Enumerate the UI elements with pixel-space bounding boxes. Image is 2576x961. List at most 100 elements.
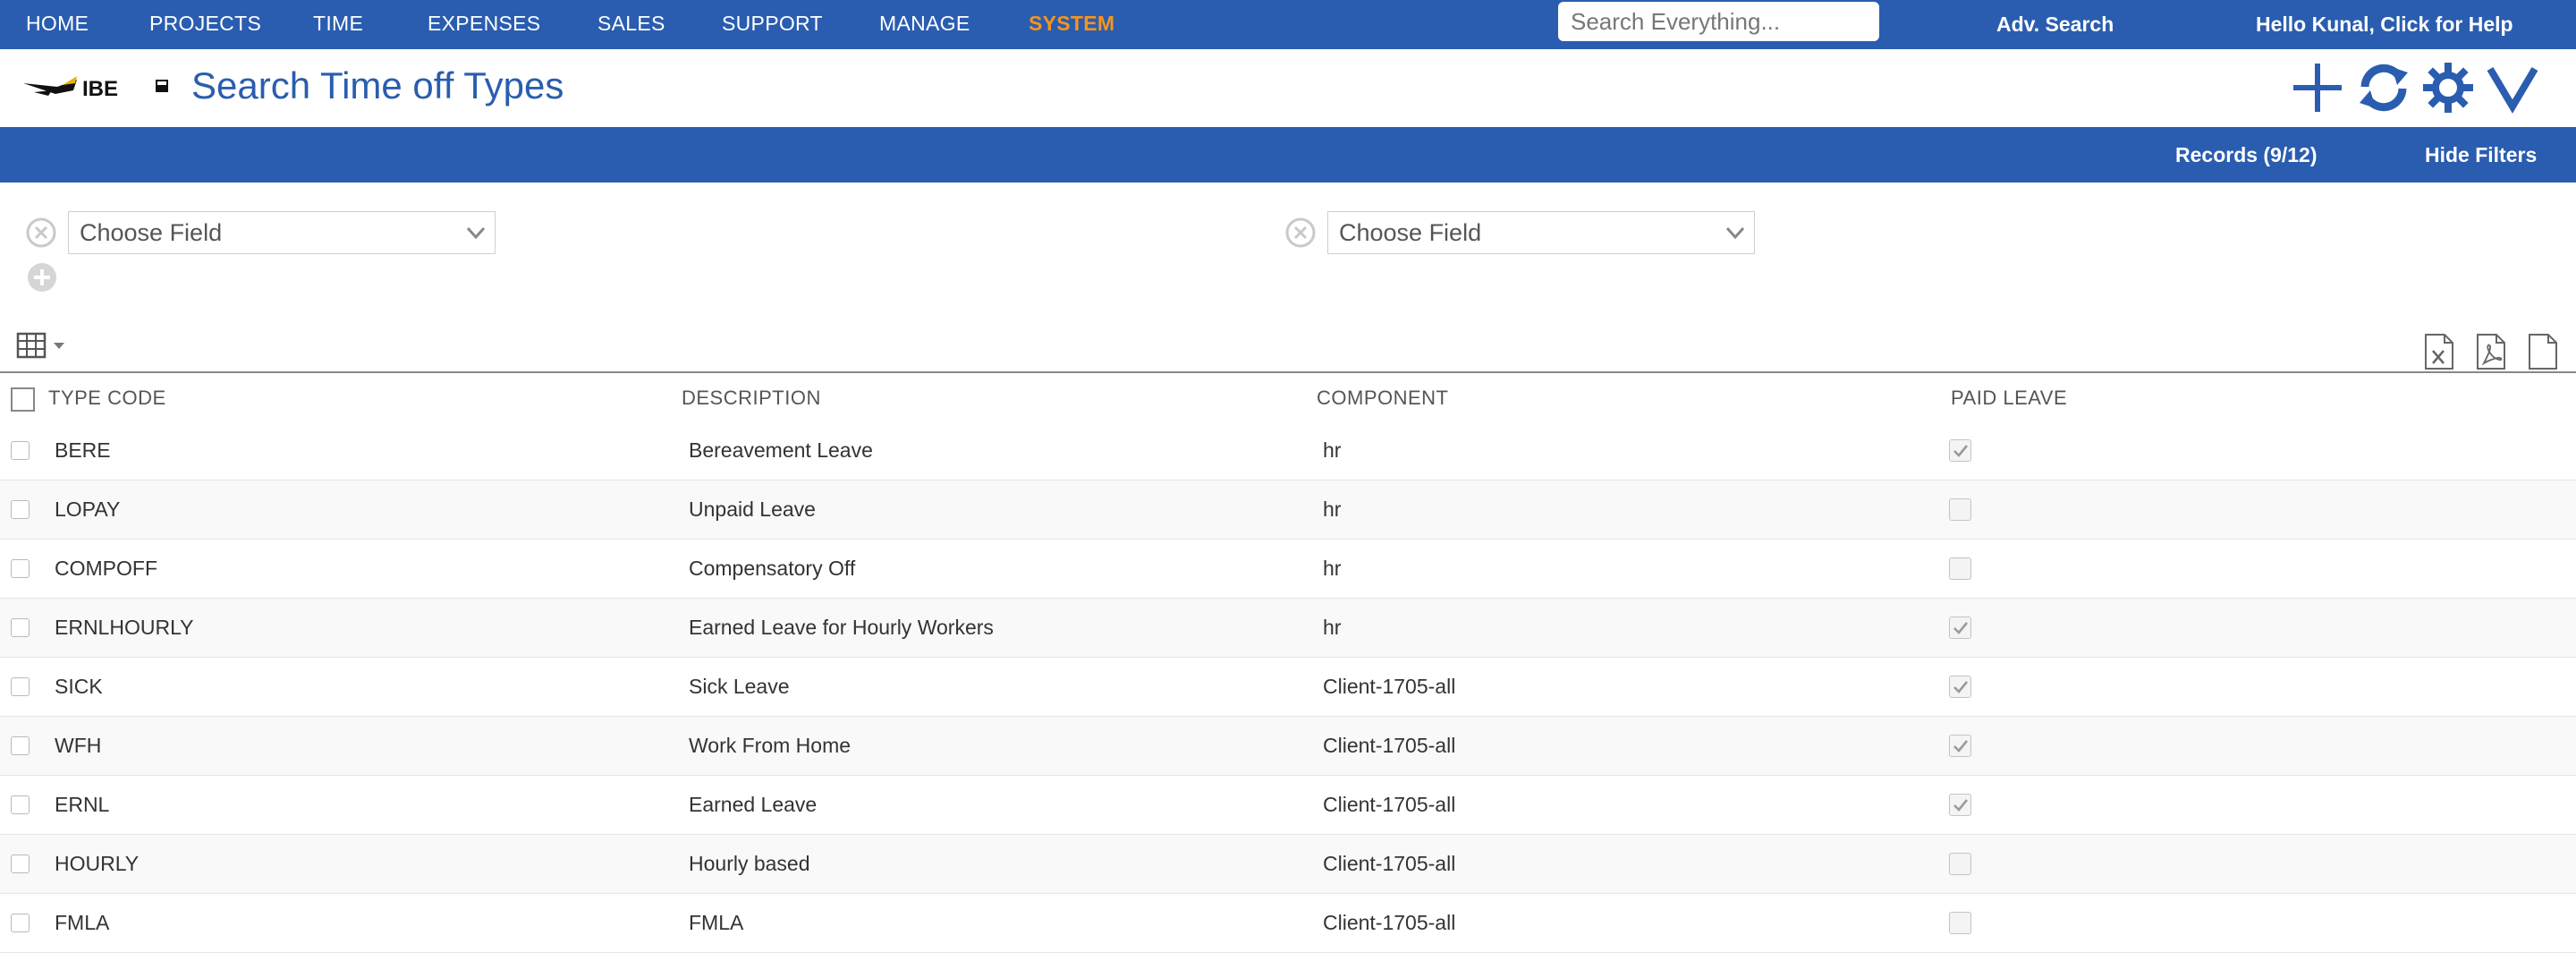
cell-type-code[interactable]: LOPAY	[55, 480, 120, 540]
nav-sales[interactable]: SALES	[597, 0, 665, 49]
filter-field-label: Choose Field	[1339, 219, 1482, 246]
cell-type-code[interactable]: HOURLY	[55, 835, 139, 894]
checkmark-icon	[1953, 445, 1969, 457]
global-search-input[interactable]	[1558, 2, 1879, 41]
adv-search-link[interactable]: Adv. Search	[1996, 0, 2114, 49]
row-select-checkbox[interactable]	[11, 914, 30, 932]
filter-field-select-1[interactable]: Choose Field	[68, 211, 496, 254]
table-row[interactable]: HOURLY Hourly based Client-1705-all	[0, 835, 2576, 894]
add-icon[interactable]	[2290, 60, 2345, 115]
cell-description: Unpaid Leave	[689, 498, 816, 521]
cell-component: Client-1705-all	[1323, 911, 1456, 934]
records-bar: Records (9/12) Hide Filters	[0, 127, 2576, 183]
nav-support[interactable]: SUPPORT	[722, 0, 823, 49]
paid-leave-checkbox	[1949, 439, 1971, 462]
table-row[interactable]: LOPAY Unpaid Leave hr	[0, 480, 2576, 540]
column-header-type-code[interactable]: TYPE CODE	[48, 373, 166, 421]
chevron-down-icon	[466, 226, 486, 240]
table-row[interactable]: COMPOFF Compensatory Off hr	[0, 540, 2576, 599]
row-select-checkbox[interactable]	[11, 677, 30, 696]
cell-component: hr	[1323, 616, 1342, 639]
table-row[interactable]: WFH Work From Home Client-1705-all	[0, 717, 2576, 776]
paid-leave-checkbox	[1949, 853, 1971, 875]
row-select-checkbox[interactable]	[11, 441, 30, 460]
clear-filter-icon[interactable]	[26, 217, 56, 248]
paid-leave-checkbox	[1949, 735, 1971, 757]
paid-leave-checkbox	[1949, 557, 1971, 580]
cell-component: Client-1705-all	[1323, 675, 1456, 698]
cell-description: Compensatory Off	[689, 557, 856, 580]
refresh-icon[interactable]	[2356, 60, 2411, 115]
row-select-checkbox[interactable]	[11, 736, 30, 755]
logo-text: IBE	[82, 77, 118, 101]
grid-view-icon[interactable]	[16, 331, 70, 360]
cell-description: Bereavement Leave	[689, 438, 873, 462]
paid-leave-checkbox	[1949, 617, 1971, 639]
checkmark-icon	[1953, 681, 1969, 693]
cell-component: Client-1705-all	[1323, 734, 1456, 757]
cell-type-code[interactable]: FMLA	[55, 894, 109, 953]
excel-export-icon[interactable]	[2423, 333, 2455, 370]
cell-type-code[interactable]: COMPOFF	[55, 540, 157, 599]
cell-description: FMLA	[689, 911, 744, 934]
pdf-export-icon[interactable]	[2475, 333, 2507, 370]
table-header: TYPE CODE DESCRIPTION COMPONENT PAID LEA…	[0, 373, 2576, 421]
checkmark-icon	[1953, 740, 1969, 753]
help-greeting-link[interactable]: Hello Kunal, Click for Help	[2256, 0, 2513, 49]
column-header-component[interactable]: COMPONENT	[1317, 373, 1449, 421]
filter-field-select-2[interactable]: Choose Field	[1327, 211, 1755, 254]
top-nav: HOME PROJECTS TIME EXPENSES SALES SUPPORT MANA…	[0, 0, 2576, 49]
column-header-paid-leave[interactable]: PAID LEAVE	[1951, 373, 2067, 421]
row-select-checkbox[interactable]	[11, 855, 30, 873]
hide-filters-button[interactable]: Hide Filters	[2425, 127, 2537, 183]
cell-type-code[interactable]: ERNL	[55, 776, 109, 835]
row-select-checkbox[interactable]	[11, 559, 30, 578]
row-select-checkbox[interactable]	[11, 795, 30, 814]
table-row[interactable]: ERNLHOURLY Earned Leave for Hourly Worker…	[0, 599, 2576, 658]
checkmark-icon	[1953, 799, 1969, 812]
cell-description: Earned Leave for Hourly Workers	[689, 616, 994, 639]
cell-component: hr	[1323, 438, 1342, 462]
table-row[interactable]: FMLA FMLA Client-1705-all	[0, 894, 2576, 953]
document-export-icon[interactable]	[2527, 333, 2559, 370]
company-logo: IBE	[23, 76, 168, 101]
nav-manage[interactable]: MANAGE	[879, 0, 970, 49]
gear-icon[interactable]	[2420, 60, 2476, 115]
table-row[interactable]: SICK Sick Leave Client-1705-all	[0, 658, 2576, 717]
cell-type-code[interactable]: BERE	[55, 421, 111, 480]
cell-component: Client-1705-all	[1323, 793, 1456, 816]
cell-component: hr	[1323, 498, 1342, 521]
filter-field-label: Choose Field	[80, 219, 223, 246]
cell-type-code[interactable]: SICK	[55, 658, 103, 717]
paid-leave-checkbox	[1949, 676, 1971, 698]
nav-system[interactable]: SYSTEM	[1029, 0, 1114, 49]
paid-leave-checkbox	[1949, 912, 1971, 934]
nav-expenses[interactable]: EXPENSES	[428, 0, 540, 49]
paid-leave-checkbox	[1949, 794, 1971, 816]
table-row[interactable]: BERE Bereavement Leave hr	[0, 421, 2576, 480]
cell-type-code[interactable]: WFH	[55, 717, 101, 776]
nav-time[interactable]: TIME	[313, 0, 363, 49]
row-select-checkbox[interactable]	[11, 618, 30, 637]
nav-home[interactable]: HOME	[26, 0, 89, 49]
page-header: IBE Search Time off Types	[0, 49, 2576, 127]
checkmark-icon	[1953, 622, 1969, 634]
cell-description: Earned Leave	[689, 793, 818, 816]
chevron-down-icon	[1725, 226, 1745, 240]
clear-filter-icon[interactable]	[1285, 217, 1316, 248]
chevron-down-icon[interactable]	[2485, 60, 2540, 115]
row-select-checkbox[interactable]	[11, 500, 30, 519]
table-row[interactable]: ERNL Earned Leave Client-1705-all	[0, 776, 2576, 835]
records-count: Records (9/12)	[2175, 143, 2318, 166]
cell-description: Hourly based	[689, 852, 810, 875]
nav-projects[interactable]: PROJECTS	[149, 0, 261, 49]
cell-type-code[interactable]: ERNLHOURLY	[55, 599, 194, 658]
paid-leave-checkbox	[1949, 498, 1971, 521]
cell-description: Sick Leave	[689, 675, 790, 698]
select-all-checkbox[interactable]	[11, 387, 35, 412]
cell-component: Client-1705-all	[1323, 852, 1456, 875]
column-header-description[interactable]: DESCRIPTION	[682, 373, 821, 421]
page-title: Search Time off Types	[191, 64, 564, 106]
cell-component: hr	[1323, 557, 1342, 580]
add-filter-icon[interactable]	[26, 261, 58, 293]
